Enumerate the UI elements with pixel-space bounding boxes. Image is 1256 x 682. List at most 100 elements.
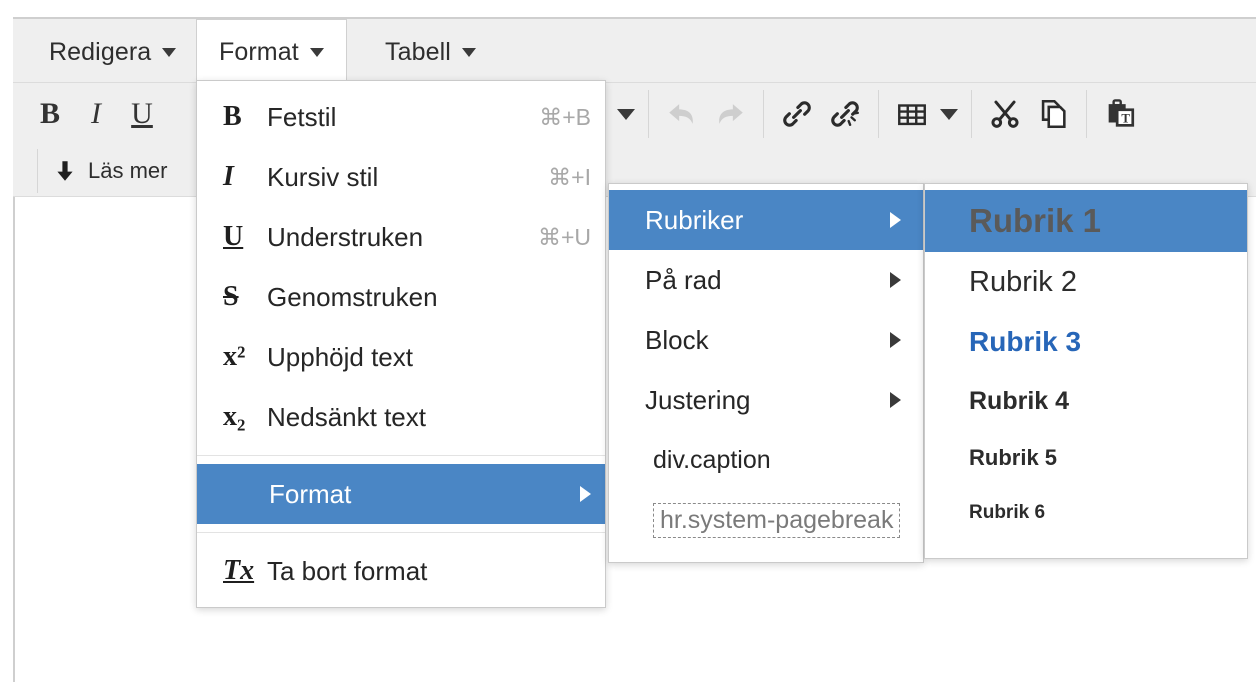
toolbar-separator xyxy=(37,149,38,193)
caret-down-icon xyxy=(940,108,958,120)
submenu-item-hr-system-pagebreak[interactable]: hr.system-pagebreak xyxy=(609,490,923,550)
unlink-icon xyxy=(831,101,859,127)
heading-item-rubrik-2[interactable]: Rubrik 2 xyxy=(925,252,1247,312)
submenu-item-pa-rad-label: På rad xyxy=(645,264,722,295)
submenu-item-block[interactable]: Block xyxy=(609,310,923,370)
insert-link-button[interactable] xyxy=(773,89,821,139)
menu-item-format-submenu[interactable]: Format xyxy=(197,464,605,524)
menu-item-kursiv-stil-shortcut: ⌘+I xyxy=(548,163,591,190)
submenu-item-block-label: Block xyxy=(645,324,709,355)
chevron-down-icon xyxy=(461,47,476,57)
toolbar-separator xyxy=(878,90,879,138)
heading-item-rubrik-5[interactable]: Rubrik 5 xyxy=(925,430,1247,486)
menu-item-kursiv-stil-label: Kursiv stil xyxy=(267,161,379,192)
submenu-arrow-icon xyxy=(890,392,901,408)
strikethrough-icon: S xyxy=(223,281,239,312)
read-more-label: Läs mer xyxy=(88,158,168,183)
menu-item-nedsankt-text[interactable]: x₂ Nedsänkt text xyxy=(197,387,605,447)
underline-icon: U xyxy=(131,97,153,130)
menu-item-fetstil[interactable]: B Fetstil ⌘+B xyxy=(197,87,605,147)
heading-item-rubrik-3-label: Rubrik 3 xyxy=(969,326,1082,357)
menu-item-understruken-shortcut: ⌘+U xyxy=(537,223,591,250)
toolbar-separator xyxy=(1086,90,1087,138)
heading-item-rubrik-1[interactable]: Rubrik 1 xyxy=(925,190,1247,252)
heading-item-rubrik-1-label: Rubrik 1 xyxy=(969,202,1102,239)
svg-text:T: T xyxy=(1121,112,1130,126)
link-icon xyxy=(783,101,811,127)
submenu-item-justering[interactable]: Justering xyxy=(609,370,923,430)
menu-item-kursiv-stil[interactable]: I Kursiv stil ⌘+I xyxy=(197,147,605,207)
undo-arrow-icon xyxy=(669,104,693,124)
caret-down-icon xyxy=(617,108,635,120)
headings-submenu-panel: Rubrik 1 Rubrik 2 Rubrik 3 Rubrik 4 Rubr… xyxy=(924,183,1248,559)
menu-tab-format-label: Format xyxy=(219,37,299,66)
menu-separator xyxy=(197,532,605,533)
toolbar-separator xyxy=(648,90,649,138)
underline-button[interactable]: U xyxy=(119,89,165,139)
heading-item-rubrik-5-label: Rubrik 5 xyxy=(969,445,1058,470)
submenu-item-rubriker-label: Rubriker xyxy=(645,204,744,235)
menu-separator xyxy=(197,455,605,456)
heading-item-rubrik-3[interactable]: Rubrik 3 xyxy=(925,312,1247,372)
menu-item-upphojd-text[interactable]: x² Upphöjd text xyxy=(197,327,605,387)
menu-item-ta-bort-format-label: Ta bort format xyxy=(267,555,428,586)
submenu-item-rubriker[interactable]: Rubriker xyxy=(609,190,923,250)
chevron-down-icon xyxy=(162,47,177,57)
undo-button[interactable] xyxy=(658,89,706,139)
format-submenu-panel: Rubriker På rad Block Justering div.capt… xyxy=(608,183,924,563)
copy-button[interactable] xyxy=(1029,89,1077,139)
menu-item-genomstruken-label: Genomstruken xyxy=(267,281,438,312)
submenu-item-pa-rad[interactable]: På rad xyxy=(609,250,923,310)
toolbar-separator xyxy=(763,90,764,138)
menu-tab-format[interactable]: Format xyxy=(196,19,347,85)
menu-item-understruken-label: Understruken xyxy=(267,221,424,252)
format-menu-panel: B Fetstil ⌘+B I Kursiv stil ⌘+I U Unders… xyxy=(196,80,606,608)
editor-root: Redigera Format Tabell B I U T Läs mer B… xyxy=(0,0,1256,682)
menu-tab-redigera[interactable]: Redigera xyxy=(27,19,198,85)
paste-as-text-button[interactable]: T xyxy=(1096,89,1144,139)
table-dropdown[interactable] xyxy=(936,89,962,139)
submenu-item-hr-system-pagebreak-label: hr.system-pagebreak xyxy=(653,502,901,538)
menu-item-genomstruken[interactable]: S Genomstruken xyxy=(197,267,605,327)
menu-item-nedsankt-text-label: Nedsänkt text xyxy=(267,401,426,432)
scissors-icon xyxy=(991,100,1019,128)
numbered-list-dropdown[interactable] xyxy=(613,89,639,139)
table-button[interactable] xyxy=(888,89,936,139)
copy-icon xyxy=(1041,99,1066,129)
redo-arrow-icon xyxy=(719,104,743,124)
menu-item-understruken[interactable]: U Understruken ⌘+U xyxy=(197,207,605,267)
menu-item-upphojd-text-label: Upphöjd text xyxy=(267,341,413,372)
submenu-arrow-icon xyxy=(580,486,591,502)
submenu-item-div-caption[interactable]: div.caption xyxy=(609,430,923,490)
chevron-down-icon xyxy=(309,47,324,57)
superscript-icon: x² xyxy=(223,341,246,372)
menu-item-format-submenu-label: Format xyxy=(269,478,352,509)
cut-button[interactable] xyxy=(981,89,1029,139)
underline-icon: U xyxy=(223,221,244,252)
bold-icon: B xyxy=(39,97,60,130)
bold-icon: B xyxy=(223,101,242,132)
toolbar-separator xyxy=(971,90,972,138)
heading-item-rubrik-4[interactable]: Rubrik 4 xyxy=(925,372,1247,430)
submenu-arrow-icon xyxy=(890,272,901,288)
heading-item-rubrik-2-label: Rubrik 2 xyxy=(969,265,1077,298)
heading-item-rubrik-4-label: Rubrik 4 xyxy=(969,386,1070,415)
submenu-item-justering-label: Justering xyxy=(645,384,751,415)
menubar: Redigera Format Tabell xyxy=(13,17,1256,85)
menu-item-fetstil-label: Fetstil xyxy=(267,101,337,132)
submenu-arrow-icon xyxy=(890,212,901,228)
italic-button[interactable]: I xyxy=(73,89,119,139)
redo-button[interactable] xyxy=(706,89,754,139)
bold-button[interactable]: B xyxy=(27,89,73,139)
down-arrow-icon xyxy=(57,161,73,181)
menu-item-ta-bort-format[interactable]: Tx Ta bort format xyxy=(197,541,605,601)
heading-item-rubrik-6[interactable]: Rubrik 6 xyxy=(925,486,1247,540)
menu-tab-redigera-label: Redigera xyxy=(49,37,152,66)
unlink-button[interactable] xyxy=(821,89,869,139)
table-icon xyxy=(898,104,926,126)
read-more-button[interactable]: Läs mer xyxy=(46,149,173,193)
menu-tab-tabell[interactable]: Tabell xyxy=(363,19,498,85)
paste-text-icon: T xyxy=(1108,99,1135,127)
submenu-item-div-caption-label: div.caption xyxy=(653,445,771,474)
clear-format-icon: Tx xyxy=(223,555,255,586)
